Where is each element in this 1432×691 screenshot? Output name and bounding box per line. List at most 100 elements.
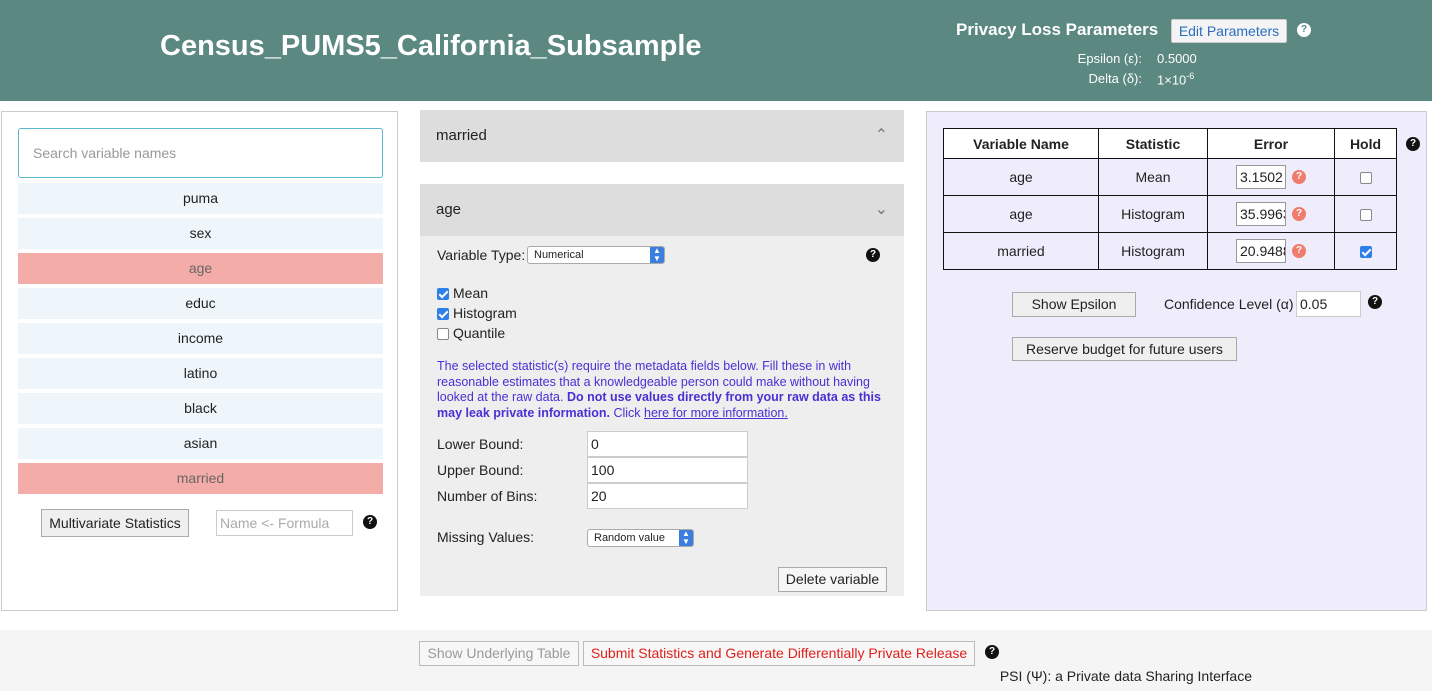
show-underlying-table-button[interactable]: Show Underlying Table	[419, 641, 579, 666]
select-value: Random value	[594, 532, 665, 544]
hold-cell	[1334, 232, 1397, 270]
error-cell: 35.9963?	[1207, 195, 1335, 233]
accordion-title: married	[436, 127, 487, 144]
statistic-cell: Histogram	[1098, 195, 1208, 233]
lower-bound-label: Lower Bound:	[437, 436, 524, 452]
missing-values-select[interactable]: Random value ▲ ▼	[587, 529, 694, 547]
help-icon[interactable]: ?	[866, 248, 880, 262]
formula-input[interactable]: Name <- Formula	[216, 510, 353, 536]
variable-list-item[interactable]: income	[18, 323, 383, 354]
error-input[interactable]: 3.1502	[1236, 165, 1286, 189]
submit-statistics-button[interactable]: Submit Statistics and Generate Different…	[583, 641, 975, 666]
hold-cell	[1334, 158, 1397, 196]
table-header-row: Variable Name Statistic Error Hold	[943, 128, 1397, 159]
variable-list: puma sex age educ income latino black asian marr…	[18, 183, 383, 498]
error-cell: 20.9488?	[1207, 232, 1335, 270]
variable-panel: Search variable names puma sex age educ inco…	[1, 111, 398, 611]
variable-list-item[interactable]: black	[18, 393, 383, 424]
header: Census_PUMS5_California_Subsample Privac…	[0, 0, 1432, 103]
hold-checkbox[interactable]	[1359, 209, 1372, 222]
variable-type-label: Variable Type:	[437, 247, 526, 263]
statistic-cell: Histogram	[1098, 232, 1208, 270]
accordion-age[interactable]: age ⌄	[420, 184, 904, 236]
more-info-link[interactable]: here for more information.	[644, 406, 788, 420]
statistics-table: Variable Name Statistic Error Hold age Me…	[943, 128, 1397, 270]
table-row: age Histogram 35.9963?	[943, 195, 1397, 233]
statistics-panel: Variable Name Statistic Error Hold age Me…	[926, 111, 1427, 611]
variable-list-item[interactable]: married	[18, 463, 383, 494]
variable-list-item[interactable]: latino	[18, 358, 383, 389]
table-row: married Histogram 20.9488?	[943, 232, 1397, 270]
hold-checkbox[interactable]	[1359, 246, 1372, 259]
epsilon-label: Epsilon (ε):	[1077, 51, 1142, 66]
variable-list-item[interactable]: sex	[18, 218, 383, 249]
histogram-label: Histogram	[453, 305, 517, 321]
help-icon[interactable]: ?	[1368, 295, 1382, 309]
variable-detail: Variable Type: Numerical ▲ ▼ ? Mean Histo…	[420, 236, 904, 596]
multivariate-statistics-button[interactable]: Multivariate Statistics	[41, 509, 189, 537]
hold-checkbox[interactable]	[1359, 172, 1372, 185]
edit-parameters-button[interactable]: Edit Parameters	[1171, 19, 1287, 43]
error-input[interactable]: 35.9963	[1236, 202, 1286, 226]
histogram-checkbox[interactable]	[437, 308, 449, 320]
help-icon[interactable]: ?	[985, 645, 999, 659]
upper-bound-label: Upper Bound:	[437, 462, 524, 478]
dataset-title: Census_PUMS5_California_Subsample	[160, 30, 702, 62]
accordion-title: age	[436, 201, 462, 218]
variable-name-cell: married	[943, 232, 1099, 270]
delta-base: 1×10	[1157, 72, 1187, 88]
column-header: Statistic	[1098, 128, 1208, 159]
variable-list-item[interactable]: asian	[18, 428, 383, 459]
lower-bound-input[interactable]: 0	[587, 431, 748, 457]
epsilon-value: 0.5000	[1157, 51, 1197, 66]
mean-checkbox[interactable]	[437, 288, 449, 300]
chevron-up-icon[interactable]: ⌃	[875, 110, 888, 162]
delta-value: 1×10-6	[1157, 71, 1194, 87]
privacy-loss-title: Privacy Loss Parameters	[956, 20, 1159, 39]
variable-type-select[interactable]: Numerical ▲ ▼	[527, 246, 665, 264]
help-icon[interactable]: ?	[363, 515, 377, 529]
show-epsilon-button[interactable]: Show Epsilon	[1012, 292, 1136, 317]
variable-list-item[interactable]: educ	[18, 288, 383, 319]
variable-name-cell: age	[943, 195, 1099, 233]
variable-list-item[interactable]: age	[18, 253, 383, 284]
select-arrows-icon: ▲ ▼	[650, 247, 664, 263]
delta-exponent: -6	[1186, 71, 1195, 81]
variable-list-item[interactable]: puma	[18, 183, 383, 214]
column-header: Variable Name	[943, 128, 1099, 159]
help-icon[interactable]: ?	[1292, 170, 1306, 184]
chevron-down-icon[interactable]: ⌄	[875, 184, 888, 236]
bins-input[interactable]: 20	[587, 483, 748, 509]
quantile-label: Quantile	[453, 325, 506, 341]
bins-label: Number of Bins:	[437, 488, 538, 504]
error-input[interactable]: 20.9488	[1236, 239, 1286, 263]
statistics-table-body: age Mean 3.1502? age Histogram 35.9963? marrie…	[943, 158, 1397, 270]
help-icon[interactable]: ?	[1297, 23, 1311, 37]
column-header: Hold	[1334, 128, 1397, 159]
accordion-married[interactable]: married ⌃	[420, 110, 904, 162]
select-value: Numerical	[534, 249, 584, 261]
footer: Show Underlying Table Submit Statistics …	[0, 630, 1432, 691]
confidence-level-label: Confidence Level (α)	[1164, 296, 1294, 312]
confidence-level-input[interactable]: 0.05	[1296, 291, 1361, 317]
delta-label: Delta (δ):	[1088, 71, 1142, 86]
metadata-info: The selected statistic(s) require the me…	[437, 359, 887, 421]
error-cell: 3.1502?	[1207, 158, 1335, 196]
mean-label: Mean	[453, 285, 489, 301]
help-icon[interactable]: ?	[1406, 137, 1420, 151]
upper-bound-input[interactable]: 100	[587, 457, 748, 483]
quantile-checkbox[interactable]	[437, 328, 449, 340]
statistic-cell: Mean	[1098, 158, 1208, 196]
missing-values-label: Missing Values:	[437, 529, 535, 545]
help-icon[interactable]: ?	[1292, 207, 1306, 221]
hold-cell	[1334, 195, 1397, 233]
footer-tagline: PSI (Ψ): a Private data Sharing Interfac…	[999, 668, 1252, 684]
select-arrows-icon: ▲ ▼	[679, 530, 693, 546]
help-icon[interactable]: ?	[1292, 244, 1306, 258]
search-input[interactable]: Search variable names	[18, 128, 383, 178]
reserve-budget-button[interactable]: Reserve budget for future users	[1012, 337, 1237, 361]
column-header: Error	[1207, 128, 1335, 159]
variable-name-cell: age	[943, 158, 1099, 196]
delete-variable-button[interactable]: Delete variable	[778, 567, 887, 592]
table-row: age Mean 3.1502?	[943, 158, 1397, 196]
